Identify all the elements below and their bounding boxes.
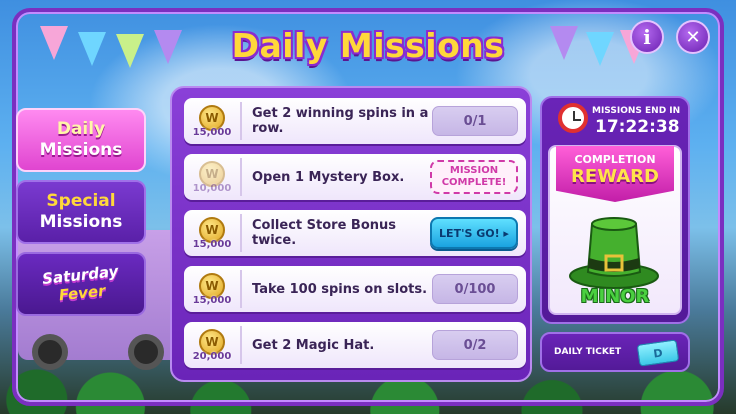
reward-banner-line1: COMPLETION [574,153,656,166]
page-title: Daily Missions [231,26,505,65]
mission-progress: 0/1 [432,106,518,136]
coin-reward: W 15,000 [184,102,242,140]
green-top-hat-icon [569,217,659,289]
missions-end-timer: 17:22:38 [595,117,680,137]
mission-row: W 15,000 Take 100 spins on slots. 0/100 [184,266,526,312]
mission-row: W 15,000 Get 2 winning spins in a row. 0… [184,98,526,144]
tab-label-line1: Special [46,191,116,211]
mission-progress: 0/100 [432,274,518,304]
mission-row: W 15,000 Collect Store Bonus twice. LET'… [184,210,526,256]
badge-line2: COMPLETE! [441,177,507,188]
mission-description: Take 100 spins on slots. [252,281,428,297]
daily-ticket-label: DAILY TICKET [554,347,622,357]
coin-reward-value: 15,000 [192,238,232,250]
badge-line1: MISSION [449,165,499,176]
mission-complete-badge: MISSION COMPLETE! [430,160,518,194]
ticket-icon: D [636,339,680,367]
mission-description: Get 2 winning spins in a row. [252,106,429,136]
info-icon: i [643,25,651,49]
mission-description: Collect Store Bonus twice. [252,218,396,248]
missions-end-label: MISSIONS END IN [592,106,681,116]
info-button[interactable]: i [630,20,664,54]
mission-description: Get 2 Magic Hat. [252,337,375,353]
mission-progress: 0/2 [432,330,518,360]
mission-row: W 10,000 Open 1 Mystery Box. MISSION COM… [184,154,526,200]
tab-daily-missions[interactable]: Daily Missions [16,108,146,172]
saturday-fever-logo: Saturday Fever [41,262,121,306]
coin-reward: W 15,000 [184,214,242,252]
coin-reward-value: 10,000 [192,182,232,194]
close-icon: ✕ [685,26,701,48]
coin-reward-value: 20,000 [192,350,232,362]
coin-reward: W 10,000 [184,158,242,196]
coin-reward-value: 15,000 [192,294,232,306]
coin-reward: W 20,000 [184,326,242,364]
tab-label-line2: Missions [39,212,123,232]
close-button[interactable]: ✕ [676,20,710,54]
daily-ticket-panel[interactable]: DAILY TICKET D [540,332,690,372]
coin-reward: W 15,000 [184,270,242,308]
tab-label-line1: Daily [56,119,106,139]
tab-saturday-fever[interactable]: Saturday Fever [16,252,146,316]
reward-tier-label: MINOR [580,286,650,307]
alarm-clock-icon [558,103,588,133]
tab-label-line2: Missions [39,140,123,160]
completion-reward-banner: COMPLETION REWARD [556,146,674,202]
tab-special-missions[interactable]: Special Missions [16,180,146,244]
reward-banner-line2: REWARD [571,166,659,187]
lets-go-button[interactable]: LET'S GO! ▸ [430,217,518,249]
mission-row: W 20,000 Get 2 Magic Hat. 0/2 [184,322,526,368]
coin-reward-value: 15,000 [192,126,232,138]
mission-description: Open 1 Mystery Box. [252,169,405,185]
